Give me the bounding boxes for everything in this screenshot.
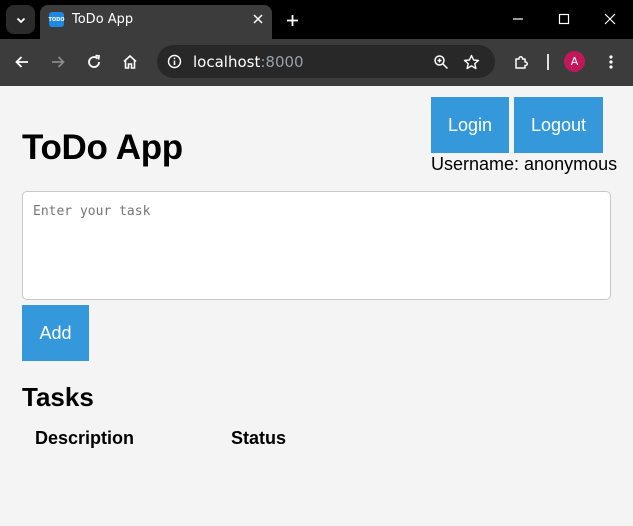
window-close-button[interactable] [587, 6, 633, 32]
username-label: Username: anonymous [431, 154, 618, 174]
close-icon [604, 13, 616, 25]
browser-tabstrip: TODO ToDo App [0, 0, 633, 39]
tasks-heading: Tasks [22, 382, 94, 412]
close-icon [253, 14, 263, 24]
minimize-icon [513, 18, 523, 20]
profile-initial: A [570, 55, 579, 68]
reload-button[interactable] [82, 50, 106, 74]
column-header-status: Status [231, 428, 287, 448]
maximize-button[interactable] [541, 6, 587, 32]
arrow-left-icon [15, 56, 28, 68]
bookmark-button[interactable] [459, 50, 483, 74]
browser-toolbar: localhost:8000 A [0, 39, 633, 86]
page-content: ToDo App Login Logout Username: anonymou… [0, 86, 633, 526]
home-button[interactable] [118, 50, 142, 74]
arrow-right-icon [52, 56, 65, 68]
column-header-description: Description [35, 428, 135, 448]
site-info-button[interactable] [165, 52, 184, 71]
reload-icon [88, 54, 101, 68]
tab-search-button[interactable] [6, 5, 35, 34]
star-icon [463, 54, 479, 69]
add-task-button[interactable]: Add [22, 305, 89, 361]
browser-tab[interactable]: TODO ToDo App [40, 5, 272, 39]
app-favicon-icon: TODO [48, 12, 65, 27]
toolbar-divider [547, 54, 549, 70]
more-vert-icon [609, 55, 613, 69]
zoom-button[interactable] [429, 50, 453, 74]
minimize-button[interactable] [495, 6, 541, 32]
url-port: :8000 [260, 53, 304, 71]
address-bar[interactable]: localhost:8000 [157, 45, 495, 78]
chevron-down-icon [16, 17, 25, 23]
tab-close-button[interactable] [250, 11, 266, 27]
browser-menu-button[interactable] [599, 50, 623, 74]
new-tab-button[interactable] [282, 10, 302, 30]
page-title: ToDo App [22, 128, 183, 167]
tab-title: ToDo App [72, 12, 134, 27]
plus-icon [286, 14, 298, 26]
info-icon [167, 54, 182, 69]
extensions-button[interactable] [509, 50, 533, 74]
url-text: localhost:8000 [193, 53, 304, 71]
zoom-icon [434, 55, 449, 70]
maximize-icon [558, 13, 570, 25]
task-input[interactable] [22, 191, 611, 300]
forward-button[interactable] [46, 50, 70, 74]
back-button[interactable] [10, 50, 34, 74]
url-host: localhost [193, 53, 261, 71]
favicon-text: TODO [48, 16, 65, 23]
home-icon [123, 54, 137, 69]
login-button[interactable]: Login [431, 97, 509, 153]
profile-avatar[interactable]: A [564, 51, 585, 72]
logout-button[interactable]: Logout [514, 97, 603, 153]
puzzle-icon [514, 55, 528, 69]
